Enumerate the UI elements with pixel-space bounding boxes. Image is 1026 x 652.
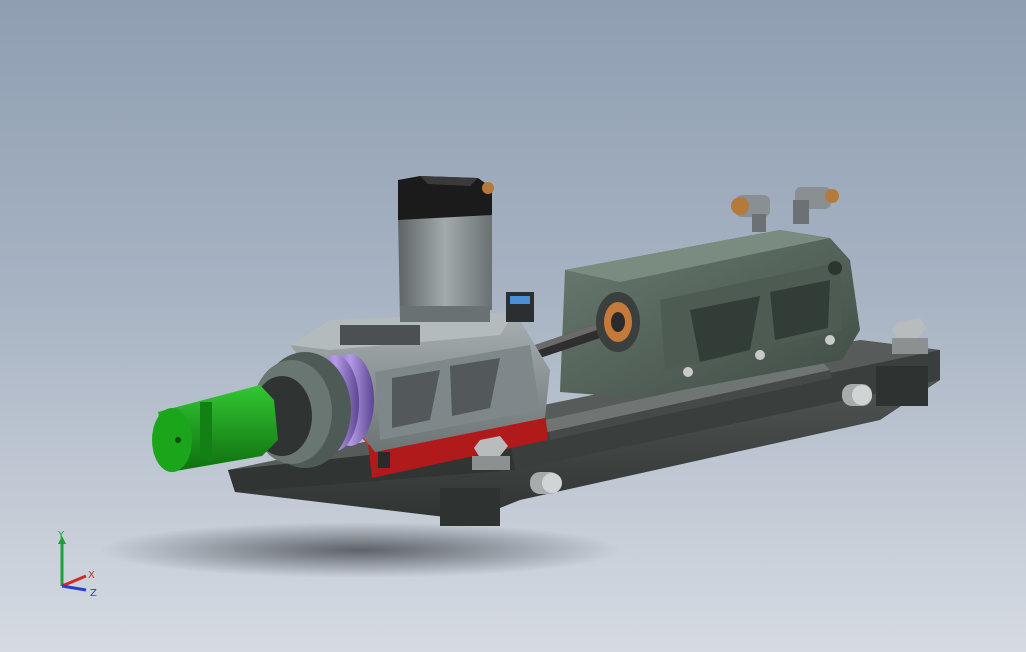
bearing[interactable] xyxy=(596,292,640,352)
locator-pin-front[interactable] xyxy=(530,472,562,494)
cad-model-assembly[interactable] xyxy=(0,0,1026,652)
pneumatic-fitting-right[interactable] xyxy=(793,187,839,224)
cad-viewport[interactable]: Y X Z xyxy=(0,0,1026,652)
z-axis-arrow xyxy=(61,584,87,592)
coordinate-triad: Y X Z xyxy=(57,530,97,599)
z-axis-label: Z xyxy=(90,588,97,599)
y-axis-label: Y xyxy=(57,530,65,541)
x-axis-label: X xyxy=(88,570,95,581)
chuck-jaw[interactable] xyxy=(152,385,278,472)
servo-motor[interactable] xyxy=(398,176,494,322)
pneumatic-fitting-left[interactable] xyxy=(731,195,770,232)
connector-box[interactable] xyxy=(506,292,534,322)
x-axis-arrow xyxy=(61,574,87,588)
ground-shadow xyxy=(100,522,620,578)
locator-pin-rear[interactable] xyxy=(842,384,872,406)
